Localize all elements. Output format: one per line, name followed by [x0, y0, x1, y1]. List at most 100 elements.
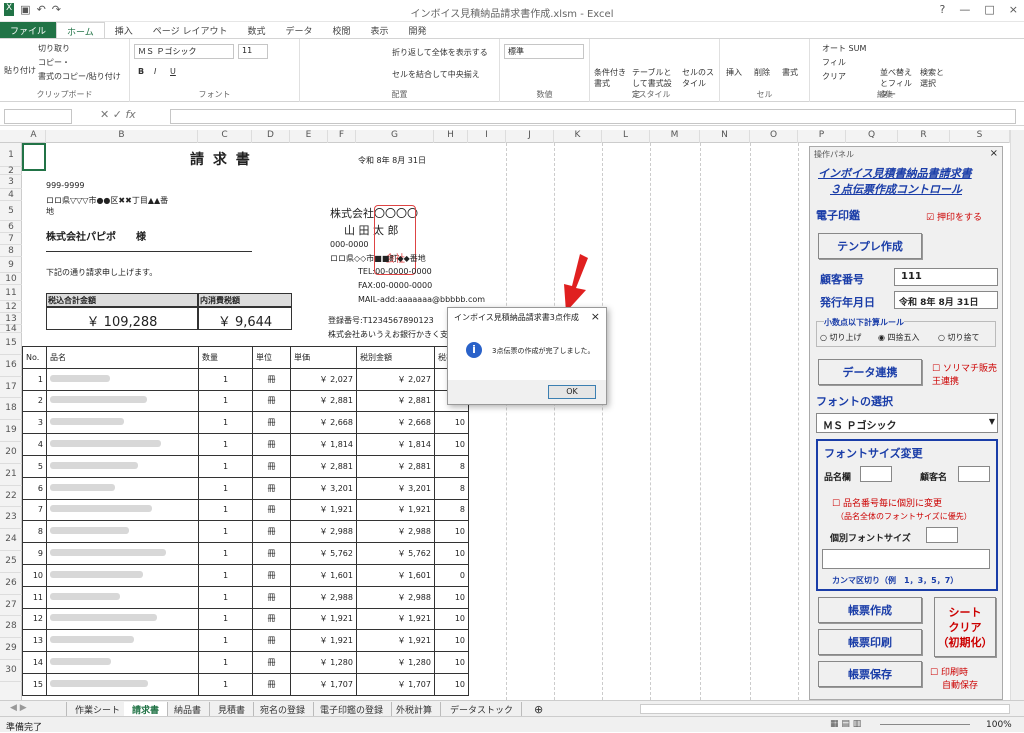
- column-header[interactable]: R: [898, 130, 950, 143]
- function-icon[interactable]: ✕ ✓ fx: [100, 108, 136, 121]
- underline-button[interactable]: U: [170, 67, 176, 76]
- cell-price[interactable]: ￥ 1,921: [290, 498, 357, 522]
- cell-price[interactable]: ￥ 1,707: [290, 672, 357, 696]
- cell-unit[interactable]: 冊: [252, 542, 291, 565]
- row-header[interactable]: 24: [0, 529, 22, 551]
- cell-unit[interactable]: 冊: [252, 476, 291, 500]
- tab-home[interactable]: ホーム: [56, 22, 105, 38]
- cell-unit[interactable]: 冊: [252, 433, 291, 456]
- cell-no[interactable]: 6: [22, 476, 47, 500]
- cell-amount[interactable]: ￥ 1,280: [356, 651, 435, 674]
- item-col-size-input[interactable]: [860, 466, 892, 482]
- individual-size-input[interactable]: [926, 527, 958, 543]
- tab-developer[interactable]: 開発: [399, 22, 437, 38]
- cell-no[interactable]: 9: [22, 542, 47, 565]
- find-select-button[interactable]: 検索と選択: [920, 67, 950, 89]
- cell-amount[interactable]: ￥ 2,988: [356, 520, 435, 544]
- cell-qty[interactable]: 1: [198, 585, 253, 609]
- format-painter-button[interactable]: 書式のコピー/貼り付け: [38, 71, 121, 82]
- column-header[interactable]: M: [650, 130, 700, 143]
- cell-qty[interactable]: 1: [198, 542, 253, 565]
- cell-no[interactable]: 15: [22, 672, 47, 696]
- column-header[interactable]: K: [554, 130, 602, 143]
- cell-qty[interactable]: 1: [198, 629, 253, 653]
- cell-price[interactable]: ￥ 2,988: [290, 585, 357, 609]
- cell-unit[interactable]: 冊: [252, 585, 291, 609]
- cell-item-blurred[interactable]: [46, 498, 199, 522]
- cell-price[interactable]: ￥ 1,280: [290, 651, 357, 674]
- cell-unit[interactable]: 冊: [252, 651, 291, 674]
- cell-no[interactable]: 14: [22, 651, 47, 674]
- save-form-button[interactable]: 帳票保存: [818, 661, 922, 687]
- cell-tax[interactable]: 10: [434, 607, 469, 631]
- insert-cells-button[interactable]: 挿入: [726, 67, 742, 78]
- sheet-tab[interactable]: データストック: [442, 702, 523, 717]
- cell-price[interactable]: ￥ 2,881: [290, 389, 357, 413]
- fill-button[interactable]: フィル: [822, 57, 846, 68]
- row-header[interactable]: 23: [0, 507, 22, 530]
- cell-no[interactable]: 2: [22, 389, 47, 413]
- column-header[interactable]: F: [328, 130, 356, 143]
- cell-qty[interactable]: 1: [198, 433, 253, 456]
- number-format-select[interactable]: 標準: [504, 44, 584, 59]
- row-header[interactable]: 20: [0, 442, 22, 464]
- sheet-tab[interactable]: 作業シート: [66, 702, 130, 717]
- bold-button[interactable]: B: [138, 67, 144, 76]
- sheet-tab[interactable]: 見積書: [210, 702, 255, 717]
- cell-qty[interactable]: 1: [198, 563, 253, 587]
- copy-button[interactable]: コピー・: [38, 57, 70, 68]
- delete-cells-button[interactable]: 削除: [754, 67, 770, 78]
- cell-price[interactable]: ￥ 5,762: [290, 542, 357, 565]
- cell-amount[interactable]: ￥ 5,762: [356, 542, 435, 565]
- tab-review[interactable]: 校閲: [322, 22, 360, 38]
- data-link-button[interactable]: データ連携: [818, 359, 922, 385]
- column-header[interactable]: H: [434, 130, 468, 143]
- worksheet-grid[interactable]: 請 求 書 令和 8年 8月 31日 999-9999 ロロ県▽▽▽市●●区✖✖…: [22, 143, 812, 700]
- cell-price[interactable]: ￥ 1,601: [290, 563, 357, 587]
- column-header[interactable]: N: [700, 130, 750, 143]
- cell-tax[interactable]: 10: [434, 520, 469, 544]
- row-header[interactable]: 28: [0, 616, 22, 639]
- cell-qty[interactable]: 1: [198, 651, 253, 674]
- row-header[interactable]: 3: [0, 175, 22, 189]
- cell-no[interactable]: 4: [22, 433, 47, 456]
- comma-list-input[interactable]: [822, 549, 990, 569]
- conditional-format-button[interactable]: 条件付き書式: [594, 67, 630, 89]
- cell-item-blurred[interactable]: [46, 629, 199, 653]
- template-button[interactable]: テンプレ作成: [818, 233, 922, 259]
- cell-item-blurred[interactable]: [46, 433, 199, 456]
- sheet-tab[interactable]: 納品書: [166, 702, 211, 717]
- cell-unit[interactable]: 冊: [252, 389, 291, 413]
- row-header[interactable]: 29: [0, 638, 22, 660]
- cell-qty[interactable]: 1: [198, 672, 253, 696]
- column-header[interactable]: I: [468, 130, 506, 143]
- cell-amount[interactable]: ￥ 2,027: [356, 367, 435, 391]
- merge-center-button[interactable]: セルを結合して中央揃え: [392, 69, 480, 80]
- tab-insert[interactable]: 挿入: [105, 22, 143, 38]
- cell-tax[interactable]: 10: [434, 672, 469, 696]
- cell-amount[interactable]: ￥ 1,814: [356, 433, 435, 456]
- panel-close-icon[interactable]: ×: [990, 148, 998, 159]
- row-header[interactable]: 14: [0, 325, 22, 334]
- cell-price[interactable]: ￥ 2,668: [290, 411, 357, 435]
- cell-tax[interactable]: 8: [434, 454, 469, 478]
- tab-view[interactable]: 表示: [361, 22, 399, 38]
- cell-item-blurred[interactable]: [46, 542, 199, 565]
- paste-button[interactable]: 貼り付け: [4, 65, 36, 76]
- cell-amount[interactable]: ￥ 1,707: [356, 672, 435, 696]
- row-header[interactable]: 12: [0, 301, 22, 313]
- cut-button[interactable]: 切り取り: [38, 43, 70, 54]
- cell-qty[interactable]: 1: [198, 367, 253, 391]
- cell-unit[interactable]: 冊: [252, 367, 291, 391]
- cell-amount[interactable]: ￥ 1,921: [356, 607, 435, 631]
- tab-page-layout[interactable]: ページ レイアウト: [143, 22, 238, 38]
- cell-unit[interactable]: 冊: [252, 629, 291, 653]
- formula-input[interactable]: [170, 109, 1016, 124]
- font-select[interactable]: ＭＳ Ｐゴシック ▼: [816, 413, 998, 433]
- cell-no[interactable]: 5: [22, 454, 47, 478]
- individual-checkbox[interactable]: ☐ 品名番号毎に個別に変更: [832, 496, 942, 509]
- clear-button[interactable]: クリア: [822, 71, 846, 82]
- customer-number-input[interactable]: 111: [894, 268, 998, 286]
- cell-no[interactable]: 10: [22, 563, 47, 587]
- row-header[interactable]: 10: [0, 273, 22, 285]
